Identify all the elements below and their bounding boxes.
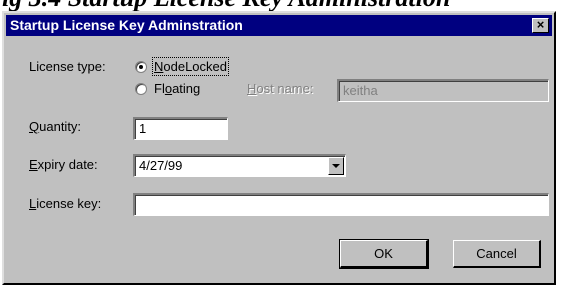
nodelocked-label[interactable]: NodeLocked (151, 57, 230, 76)
host-name-field: keitha (337, 79, 549, 102)
quantity-field[interactable]: 1 (133, 117, 228, 140)
page: ig 3.4 Startup License Key Administratio… (0, 0, 562, 289)
floating-radio[interactable] (135, 83, 147, 95)
license-key-label: License key: (29, 196, 102, 211)
ok-button[interactable]: OK (339, 239, 429, 269)
host-name-label: Host name: (247, 81, 314, 96)
nodelocked-radio[interactable] (135, 61, 147, 73)
chevron-down-icon[interactable] (328, 157, 344, 175)
expiry-date-value: 4/27/99 (139, 158, 183, 173)
license-key-field[interactable] (133, 193, 549, 216)
license-type-label: License type: (29, 59, 106, 74)
expiry-date-combo[interactable]: 4/27/99 (133, 154, 346, 177)
dialog-title: Startup License Key Adminstration (10, 17, 243, 33)
close-button[interactable]: × (532, 18, 549, 33)
close-icon: × (536, 17, 545, 32)
floating-label[interactable]: Floating (154, 81, 200, 96)
expiry-date-label: Expiry date: (29, 157, 98, 172)
quantity-label: Quantity: (29, 119, 82, 134)
license-dialog: Startup License Key Adminstration × Lice… (2, 11, 556, 285)
cancel-button[interactable]: Cancel (453, 240, 541, 268)
title-bar[interactable]: Startup License Key Adminstration × (6, 15, 552, 36)
